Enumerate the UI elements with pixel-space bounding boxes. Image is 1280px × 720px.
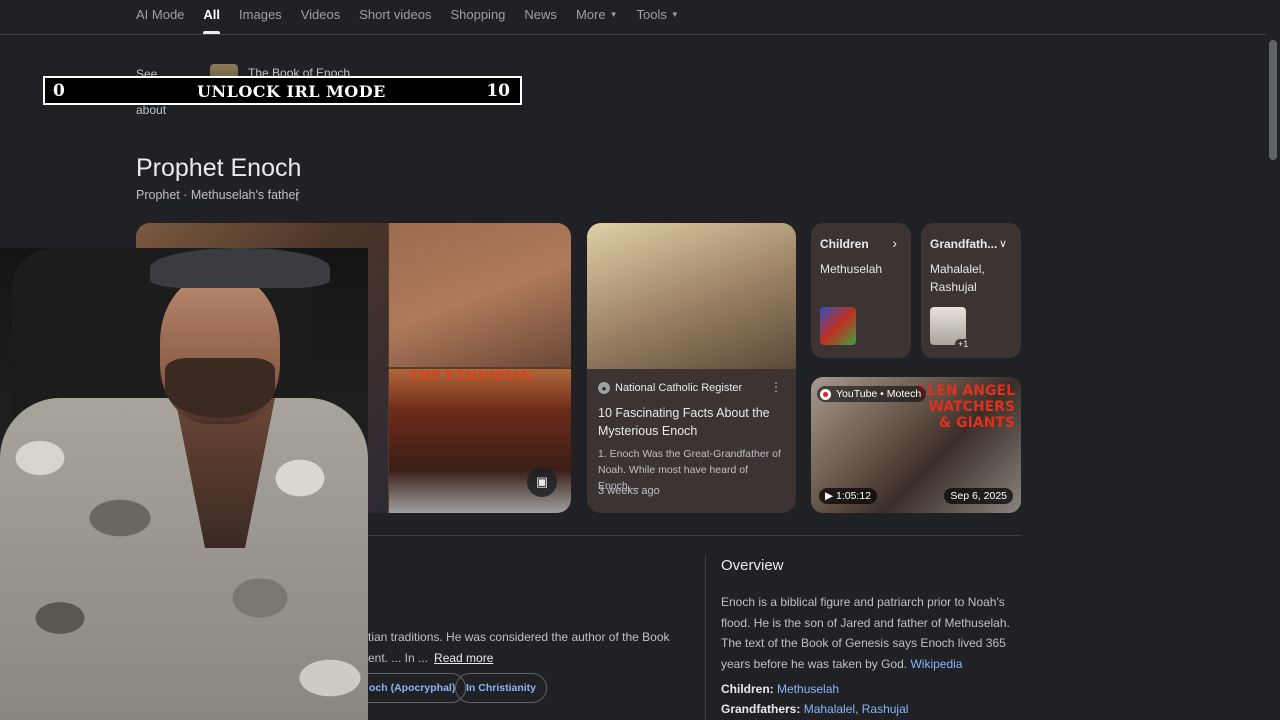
article-date: 3 weeks ago: [598, 485, 660, 497]
description-text-2: ent. ... In ... Read more: [368, 651, 493, 665]
unlock-irl-overlay: 0 UNLOCK IRL MODE 10: [43, 76, 522, 105]
scrollbar-thumb[interactable]: [1269, 40, 1277, 160]
video-duration-text: 1:05:12: [836, 490, 872, 502]
grandfathers-heading: Grandfath...: [930, 237, 998, 251]
fact-children: Children: Methuselah: [721, 682, 839, 696]
overlay-label: UNLOCK IRL MODE: [197, 82, 386, 101]
chevron-down-icon: ∨: [998, 238, 1007, 250]
grandfathers-card[interactable]: Grandfath... ∨ Mahalalel, Rashujal +1: [921, 223, 1021, 358]
column-divider: [705, 555, 706, 720]
webcam-beard: [165, 358, 275, 418]
nav-divider: [0, 34, 1266, 35]
fact-value-link[interactable]: Methuselah: [777, 682, 839, 696]
enoch-image-2[interactable]: [389, 223, 571, 367]
article-menu-icon[interactable]: ⋮: [770, 380, 782, 394]
fact-grandfathers: Grandfathers: Mahalalel, Rashujal: [721, 702, 908, 716]
children-value: Methuselah: [820, 262, 883, 276]
more-menu[interactable]: More ▼: [576, 0, 618, 34]
chevron-right-icon: ›: [892, 235, 897, 251]
children-thumbnail: [820, 307, 856, 345]
description-line2: ent. ... In ...: [368, 651, 429, 665]
tab-short-videos[interactable]: Short videos: [359, 0, 431, 34]
video-card[interactable]: LLEN ANGEL WATCHERS & GIANTS YouTube • M…: [811, 377, 1021, 513]
video-duration: ▶ 1:05:12: [819, 488, 878, 504]
overview-body: Enoch is a biblical figure and patriarch…: [721, 595, 1010, 671]
tab-images[interactable]: Images: [239, 0, 282, 34]
wikipedia-link[interactable]: Wikipedia: [910, 657, 962, 671]
search-tabs: AI Mode All Images Videos Short videos S…: [136, 0, 698, 34]
entity-subtitle: Prophet · Methuselah's father: [136, 188, 300, 202]
tab-shopping[interactable]: Shopping: [450, 0, 505, 34]
fact-value-link[interactable]: Mahalalel, Rashujal: [804, 702, 909, 716]
article-card[interactable]: ● National Catholic Register ⋮ 10 Fascina…: [587, 223, 796, 513]
tools-label: Tools: [636, 7, 667, 22]
grandfathers-value: Mahalalel, Rashujal: [930, 262, 985, 294]
site-favicon-icon: ●: [598, 382, 610, 394]
tab-videos[interactable]: Videos: [301, 0, 341, 34]
article-source: ● National Catholic Register: [598, 382, 742, 394]
tools-menu[interactable]: Tools ▼: [636, 0, 678, 34]
video-source: YouTube • Motech: [817, 386, 927, 402]
article-headline[interactable]: 10 Fascinating Facts About the Mysteriou…: [598, 404, 788, 440]
caret-down-icon: ▼: [609, 10, 618, 19]
scrollbar[interactable]: [1266, 0, 1280, 720]
image-gallery-icon[interactable]: ▣: [527, 467, 557, 497]
video-date: Sep 6, 2025: [944, 488, 1013, 504]
webcam-overlay: [0, 248, 368, 720]
video-source-label: YouTube • Motech: [836, 388, 922, 400]
image-caption: THE ETHIOPIAN: [409, 369, 533, 384]
overview-heading: Overview: [721, 557, 784, 574]
article-source-name: National Catholic Register: [615, 382, 743, 394]
article-image: [587, 223, 796, 369]
chip-in-christianity[interactable]: In Christianity: [455, 673, 548, 703]
overlay-right-count: 10: [486, 80, 510, 101]
fact-label: Grandfathers:: [721, 702, 801, 716]
tab-news[interactable]: News: [524, 0, 557, 34]
fact-label: Children:: [721, 682, 774, 696]
caret-down-icon: ▼: [670, 10, 679, 19]
tab-ai-mode[interactable]: AI Mode: [136, 0, 184, 34]
entity-title: Prophet Enoch: [136, 154, 302, 182]
more-label: More: [575, 7, 606, 22]
more-options-icon[interactable]: ⋮: [290, 186, 304, 203]
webcam-body: [0, 398, 368, 720]
youtube-icon: [820, 388, 831, 400]
tab-all[interactable]: All: [203, 0, 220, 34]
video-thumbnail-title: LLEN ANGEL WATCHERS & GIANTS: [918, 383, 1015, 431]
overview-text: Enoch is a biblical figure and patriarch…: [721, 592, 1021, 674]
children-heading: Children: [820, 237, 869, 251]
children-card[interactable]: Children › Methuselah: [811, 223, 911, 358]
overlay-left-count: 0: [53, 80, 65, 101]
read-more-link[interactable]: Read more: [434, 651, 493, 665]
webcam-cap: [150, 248, 330, 288]
more-count-badge: +1: [955, 339, 972, 349]
description-text: tian traditions. He was considered the a…: [368, 630, 670, 644]
